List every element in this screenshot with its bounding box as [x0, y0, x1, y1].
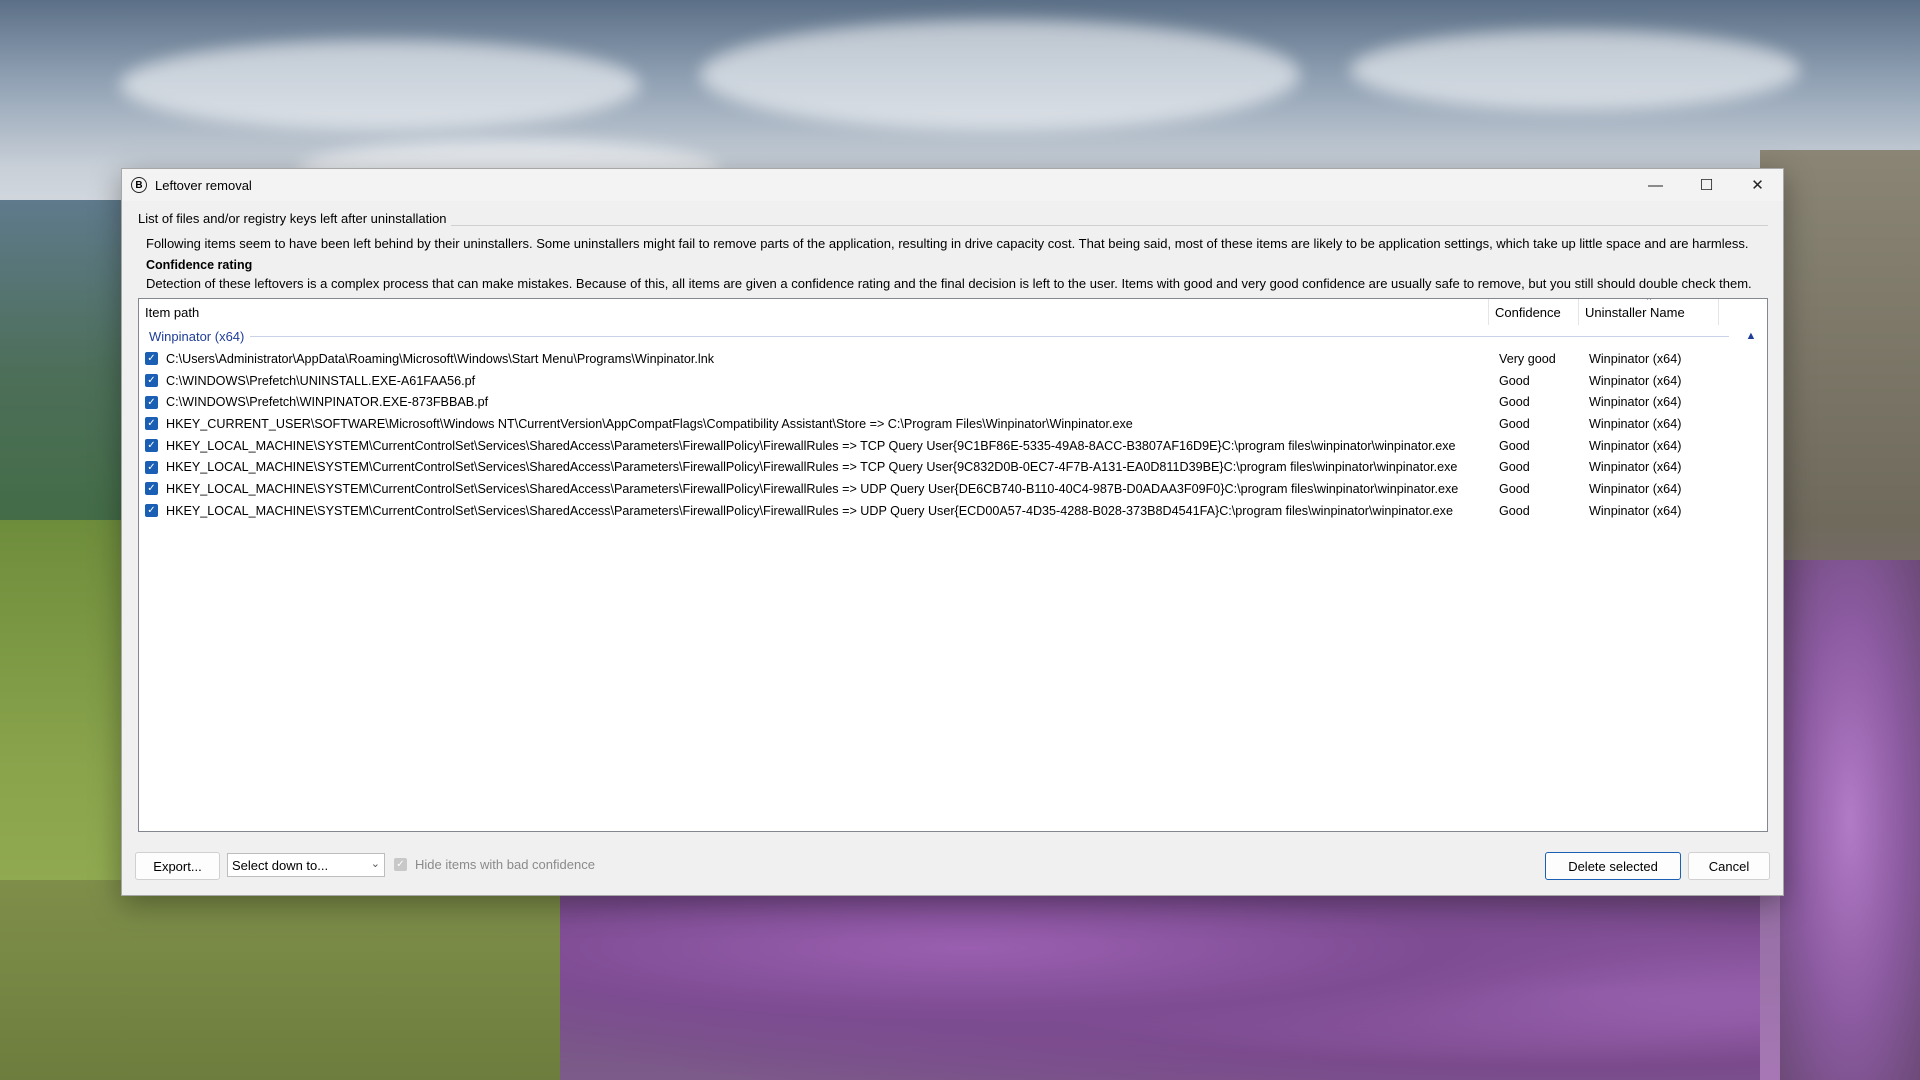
list-item[interactable]: ✓ HKEY_LOCAL_MACHINE\SYSTEM\CurrentContr… — [139, 435, 1767, 457]
item-confidence: Good — [1499, 503, 1530, 518]
row-checkbox[interactable]: ✓ — [145, 460, 158, 474]
delete-selected-button[interactable]: Delete selected — [1545, 852, 1681, 880]
list-header: Item path Confidence ^ Uninstaller Name — [139, 299, 1767, 325]
item-path: HKEY_LOCAL_MACHINE\SYSTEM\CurrentControl… — [166, 503, 1453, 518]
confidence-description: Detection of these leftovers is a comple… — [146, 276, 1752, 291]
item-path: HKEY_LOCAL_MACHINE\SYSTEM\CurrentControl… — [166, 460, 1458, 475]
column-header-uninstaller-name[interactable]: ^ Uninstaller Name — [1579, 299, 1719, 325]
groupbox-title: List of files and/or registry keys left … — [138, 211, 451, 226]
chevron-down-icon: ⌄ — [370, 858, 380, 870]
item-path: C:\WINDOWS\Prefetch\WINPINATOR.EXE-873FB… — [166, 395, 489, 410]
list-item[interactable]: ✓ C:\Users\Administrator\AppData\Roaming… — [139, 348, 1767, 370]
list-rows: ✓ C:\Users\Administrator\AppData\Roaming… — [139, 348, 1767, 522]
item-uninstaller: Winpinator (x64) — [1589, 373, 1682, 388]
column-header-item-path[interactable]: Item path — [139, 299, 1489, 325]
item-uninstaller: Winpinator (x64) — [1589, 351, 1682, 366]
row-checkbox[interactable]: ✓ — [145, 395, 158, 409]
item-uninstaller: Winpinator (x64) — [1589, 438, 1682, 453]
maximize-icon: ☐ — [1699, 177, 1714, 194]
checkbox-disabled-icon: ✓ — [394, 858, 407, 871]
item-uninstaller: Winpinator (x64) — [1589, 503, 1682, 518]
window-title: Leftover removal — [155, 177, 252, 193]
export-button[interactable]: Export... — [135, 852, 220, 880]
group-divider — [250, 335, 1729, 337]
item-path: HKEY_LOCAL_MACHINE\SYSTEM\CurrentControl… — [166, 481, 1459, 496]
item-confidence: Good — [1499, 373, 1530, 388]
item-uninstaller: Winpinator (x64) — [1589, 416, 1682, 431]
item-confidence: Good — [1499, 416, 1530, 431]
confidence-heading: Confidence rating — [146, 258, 253, 272]
close-icon: ✕ — [1751, 177, 1764, 194]
row-checkbox[interactable]: ✓ — [145, 504, 158, 518]
row-checkbox[interactable]: ✓ — [145, 439, 158, 453]
list-item[interactable]: ✓ C:\WINDOWS\Prefetch\WINPINATOR.EXE-873… — [139, 391, 1767, 413]
row-checkbox[interactable]: ✓ — [145, 352, 158, 366]
maximize-button[interactable]: ☐ — [1681, 169, 1732, 201]
minimize-icon: — — [1648, 176, 1663, 194]
row-checkbox[interactable]: ✓ — [145, 482, 158, 496]
close-button[interactable]: ✕ — [1732, 169, 1783, 201]
leftover-list[interactable]: Item path Confidence ^ Uninstaller Name … — [138, 298, 1768, 832]
minimize-button[interactable]: — — [1630, 169, 1681, 201]
list-item[interactable]: ✓ HKEY_CURRENT_USER\SOFTWARE\Microsoft\W… — [139, 413, 1767, 435]
leftover-removal-dialog: B Leftover removal — ☐ ✕ List of files a… — [121, 168, 1784, 896]
description-text: Following items seem to have been left b… — [146, 236, 1749, 251]
column-header-confidence[interactable]: Confidence — [1489, 299, 1579, 325]
sort-indicator-icon: ^ — [1647, 298, 1652, 305]
item-confidence: Good — [1499, 438, 1530, 453]
list-item[interactable]: ✓ HKEY_LOCAL_MACHINE\SYSTEM\CurrentContr… — [139, 478, 1767, 500]
cancel-button[interactable]: Cancel — [1688, 852, 1770, 880]
row-checkbox[interactable]: ✓ — [145, 417, 158, 431]
app-logo-icon: B — [131, 177, 147, 193]
select-down-to-value: Select down to... — [232, 857, 329, 873]
select-down-to-dropdown[interactable]: Select down to... ⌄ — [227, 853, 385, 877]
item-uninstaller: Winpinator (x64) — [1589, 395, 1682, 410]
row-checkbox[interactable]: ✓ — [145, 374, 158, 388]
group-label: Winpinator (x64) — [149, 328, 245, 344]
item-confidence: Very good — [1499, 351, 1556, 366]
hide-bad-confidence-checkbox[interactable]: ✓ Hide items with bad confidence — [394, 857, 595, 872]
item-uninstaller: Winpinator (x64) — [1589, 481, 1682, 496]
item-path: HKEY_CURRENT_USER\SOFTWARE\Microsoft\Win… — [166, 416, 1133, 431]
item-uninstaller: Winpinator (x64) — [1589, 460, 1682, 475]
column-header-uninstaller-label: Uninstaller Name — [1585, 304, 1685, 320]
item-path: C:\WINDOWS\Prefetch\UNINSTALL.EXE-A61FAA… — [166, 373, 476, 388]
item-confidence: Good — [1499, 481, 1530, 496]
item-confidence: Good — [1499, 460, 1530, 475]
item-path: HKEY_LOCAL_MACHINE\SYSTEM\CurrentControl… — [166, 438, 1456, 453]
list-item[interactable]: ✓ C:\WINDOWS\Prefetch\UNINSTALL.EXE-A61F… — [139, 370, 1767, 392]
item-confidence: Good — [1499, 395, 1530, 410]
item-path: C:\Users\Administrator\AppData\Roaming\M… — [166, 351, 715, 366]
hide-bad-confidence-label: Hide items with bad confidence — [415, 857, 595, 872]
list-item[interactable]: ✓ HKEY_LOCAL_MACHINE\SYSTEM\CurrentContr… — [139, 456, 1767, 478]
title-bar: B Leftover removal — ☐ ✕ — [122, 169, 1783, 201]
list-group-header[interactable]: Winpinator (x64) ▲ — [139, 326, 1767, 346]
chevron-up-icon[interactable]: ▲ — [1741, 330, 1761, 342]
list-item[interactable]: ✓ HKEY_LOCAL_MACHINE\SYSTEM\CurrentContr… — [139, 500, 1767, 522]
